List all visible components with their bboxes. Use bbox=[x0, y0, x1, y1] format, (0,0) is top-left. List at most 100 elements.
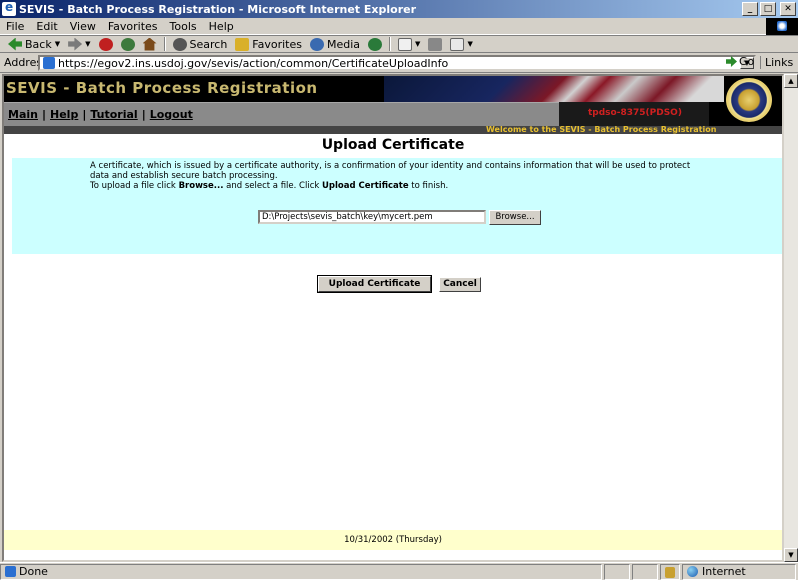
media-icon bbox=[310, 37, 324, 51]
nav-main-link[interactable]: Main bbox=[8, 108, 38, 121]
favorites-label: Favorites bbox=[252, 37, 302, 51]
stop-button[interactable] bbox=[95, 37, 117, 51]
mail-dropdown-icon[interactable]: ▼ bbox=[415, 40, 420, 48]
menu-bar: File Edit View Favorites Tools Help bbox=[0, 18, 798, 35]
site-title: SEVIS - Batch Process Registration bbox=[6, 79, 318, 97]
cancel-button[interactable]: Cancel bbox=[439, 277, 481, 292]
page-done-icon bbox=[5, 566, 16, 577]
welcome-message: Welcome to the SEVIS - Batch Process Reg… bbox=[486, 125, 717, 134]
back-label: Back bbox=[25, 37, 52, 51]
home-icon bbox=[142, 37, 157, 51]
menu-file[interactable]: File bbox=[0, 20, 30, 33]
instructions-text: To upload a file click bbox=[90, 181, 179, 191]
security-zone: Internet bbox=[682, 563, 796, 580]
upload-certificate-button[interactable]: Upload Certificate bbox=[317, 275, 432, 293]
back-arrow-icon bbox=[8, 37, 22, 51]
toolbar: Back ▼ ▼ Search Favorites Media ▼ ▼ bbox=[0, 35, 798, 53]
status-text-panel: Done bbox=[0, 563, 602, 580]
address-input[interactable]: https://egov2.ins.usdoj.gov/sevis/action… bbox=[38, 55, 756, 71]
back-dropdown-icon[interactable]: ▼ bbox=[55, 40, 60, 48]
nav-tutorial-link[interactable]: Tutorial bbox=[90, 108, 137, 121]
favorites-button[interactable]: Favorites bbox=[231, 37, 306, 51]
main-nav: Main | Help | Tutorial | Logout bbox=[4, 102, 559, 126]
menu-view[interactable]: View bbox=[64, 20, 102, 33]
back-button[interactable]: Back ▼ bbox=[4, 37, 64, 51]
refresh-icon bbox=[120, 37, 135, 51]
mail-button[interactable]: ▼ bbox=[394, 37, 424, 51]
address-bar: Address https://egov2.ins.usdoj.gov/sevi… bbox=[0, 53, 798, 73]
stop-icon bbox=[98, 37, 113, 51]
edit-icon bbox=[450, 37, 465, 51]
address-url[interactable]: https://egov2.ins.usdoj.gov/sevis/action… bbox=[58, 57, 740, 70]
status-cell bbox=[604, 563, 630, 580]
print-icon bbox=[428, 37, 443, 51]
flag-banner-image bbox=[384, 76, 724, 102]
ie-icon bbox=[2, 0, 16, 16]
lock-icon bbox=[665, 566, 675, 578]
go-button[interactable]: Go bbox=[726, 55, 754, 68]
menu-help[interactable]: Help bbox=[203, 20, 240, 33]
instructions-browse-emphasis: Browse... bbox=[178, 181, 224, 191]
page-title: Upload Certificate bbox=[321, 137, 465, 153]
close-button[interactable]: ✕ bbox=[780, 2, 796, 16]
search-label: Search bbox=[189, 37, 228, 51]
browse-button[interactable]: Browse... bbox=[489, 210, 541, 225]
status-bar: Done Internet bbox=[0, 562, 798, 580]
instructions-upload-emphasis: Upload Certificate bbox=[322, 181, 409, 191]
print-button[interactable] bbox=[424, 37, 446, 51]
status-cell bbox=[632, 563, 658, 580]
search-icon bbox=[172, 37, 187, 51]
edit-dropdown-icon[interactable]: ▼ bbox=[467, 40, 472, 48]
user-id: tpdso-8375(PDSO) bbox=[588, 108, 682, 118]
scroll-down-icon[interactable]: ▼ bbox=[784, 548, 798, 562]
vertical-scrollbar[interactable]: ▲ ▼ bbox=[784, 74, 798, 562]
menu-favorites[interactable]: Favorites bbox=[102, 20, 164, 33]
media-button[interactable]: Media bbox=[306, 37, 364, 51]
menu-edit[interactable]: Edit bbox=[30, 20, 63, 33]
windows-logo-icon bbox=[766, 18, 798, 35]
sevis-header: SEVIS - Batch Process Registration Main … bbox=[4, 76, 782, 126]
forward-dropdown-icon[interactable]: ▼ bbox=[85, 40, 90, 48]
page-content: SEVIS - Batch Process Registration Main … bbox=[2, 74, 784, 562]
home-button[interactable] bbox=[139, 37, 161, 51]
refresh-button[interactable] bbox=[117, 37, 139, 51]
mail-icon bbox=[398, 37, 413, 51]
forward-button[interactable]: ▼ bbox=[64, 37, 94, 51]
edit-button[interactable]: ▼ bbox=[446, 37, 476, 51]
status-lock-cell bbox=[660, 563, 680, 580]
nav-separator: | bbox=[82, 108, 87, 121]
certificate-file-input[interactable]: D:\Projects\sevis_batch\key\mycert.pem bbox=[258, 210, 486, 224]
nav-logout-link[interactable]: Logout bbox=[150, 108, 193, 121]
nav-help-link[interactable]: Help bbox=[50, 108, 78, 121]
browser-window: SEVIS - Batch Process Registration - Mic… bbox=[0, 0, 798, 580]
scroll-up-icon[interactable]: ▲ bbox=[784, 74, 798, 88]
media-label: Media bbox=[327, 37, 361, 51]
history-button[interactable] bbox=[364, 37, 386, 51]
nav-separator: | bbox=[141, 108, 146, 121]
status-text: Done bbox=[19, 565, 48, 578]
toolbar-separator bbox=[163, 37, 166, 51]
instructions-line-2: To upload a file click Browse... and sel… bbox=[90, 181, 710, 191]
go-arrow-icon bbox=[726, 56, 737, 67]
toolbar-separator bbox=[389, 37, 392, 51]
instructions-text: to finish. bbox=[408, 181, 449, 191]
title-bar: SEVIS - Batch Process Registration - Mic… bbox=[0, 0, 798, 18]
page-icon bbox=[43, 57, 55, 69]
history-icon bbox=[368, 37, 383, 51]
menu-tools[interactable]: Tools bbox=[164, 20, 203, 33]
minimize-button[interactable]: _ bbox=[742, 2, 758, 16]
instructions-text: and select a file. Click bbox=[223, 181, 323, 191]
links-button[interactable]: Links bbox=[760, 56, 793, 69]
page-footer: 10/31/2002 (Thursday) bbox=[4, 530, 782, 550]
zone-label: Internet bbox=[702, 565, 746, 578]
search-button[interactable]: Search bbox=[169, 37, 232, 51]
instructions-line-1: A certificate, which is issued by a cert… bbox=[90, 161, 691, 181]
internet-globe-icon bbox=[687, 566, 698, 577]
window-title: SEVIS - Batch Process Registration - Mic… bbox=[19, 2, 417, 16]
doj-seal-logo bbox=[726, 78, 772, 122]
instructions: A certificate, which is issued by a cert… bbox=[90, 161, 710, 191]
nav-separator: | bbox=[41, 108, 47, 121]
forward-arrow-icon bbox=[68, 37, 83, 51]
maximize-button[interactable]: □ bbox=[760, 2, 776, 16]
favorites-icon bbox=[235, 37, 250, 51]
